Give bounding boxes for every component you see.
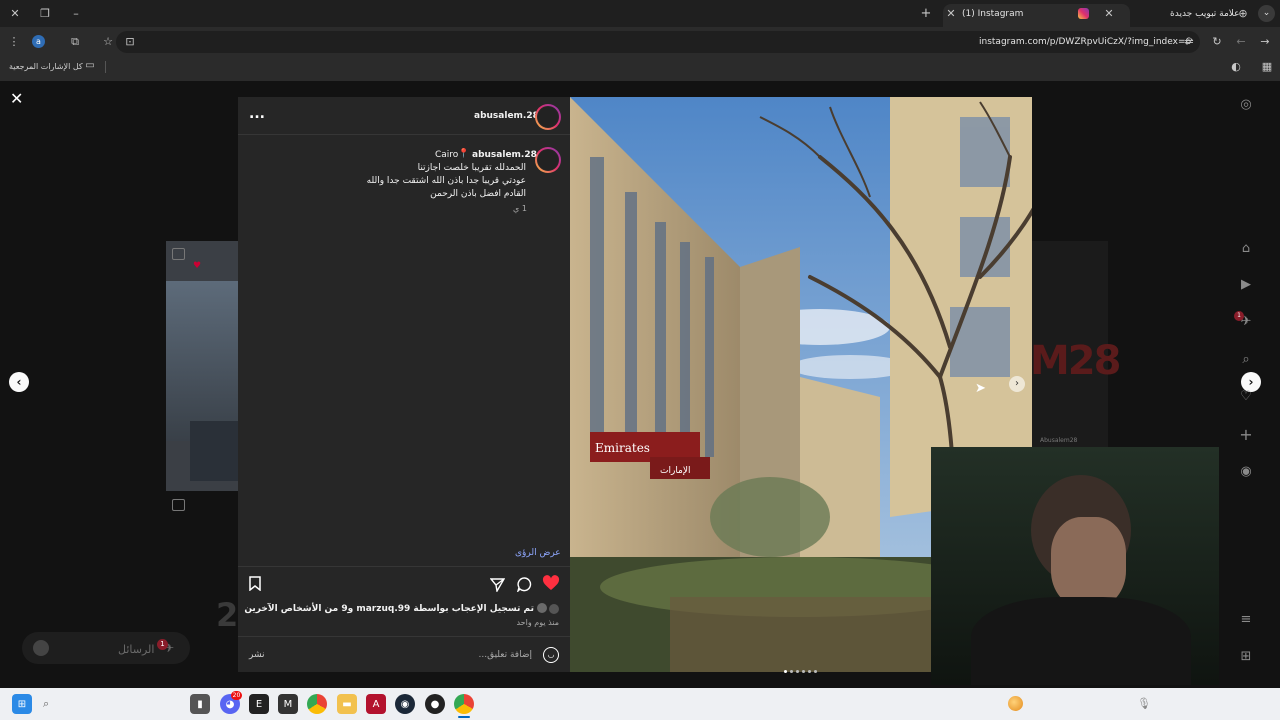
folder-icon[interactable]: ▬ — [337, 694, 357, 714]
steam-icon[interactable]: ◉ — [395, 694, 415, 714]
post-avatar[interactable] — [535, 104, 561, 130]
bookmark-star-icon[interactable]: ☆ — [102, 36, 114, 47]
header-divider — [238, 134, 570, 135]
liked-by-avatars — [548, 603, 560, 615]
post-comment-button[interactable]: نشر — [249, 650, 265, 660]
microphone-icon[interactable]: 🎙 — [1137, 697, 1151, 710]
share-icon[interactable] — [489, 577, 506, 596]
obs-icon[interactable]: M — [278, 694, 298, 714]
home-icon[interactable]: ⌂ — [1238, 240, 1254, 256]
comment-input[interactable]: إضافة تعليق... — [478, 650, 532, 660]
caption-username[interactable]: abusalem.28 — [472, 150, 537, 160]
instagram-favicon — [1078, 8, 1089, 19]
likes-text[interactable]: تم تسجيل الإعجاب بواسطة marzuq.99 و9 من … — [244, 604, 534, 614]
photo-next-button[interactable]: › — [1009, 376, 1025, 392]
tab-close-icon[interactable]: ✕ — [1103, 8, 1115, 19]
mouse-cursor: ➤ — [975, 381, 986, 396]
bg-logo-text: M28 — [1030, 338, 1121, 384]
close-window-icon[interactable]: ✕ — [9, 8, 21, 19]
forward-icon[interactable]: → — [1259, 36, 1271, 47]
minimize-window-icon[interactable]: – — [70, 8, 82, 19]
profile-avatar[interactable]: a — [32, 35, 45, 48]
bg-number: 2 — [216, 596, 239, 634]
epic-games-icon[interactable]: E — [249, 694, 269, 714]
like-heart-icon[interactable] — [542, 575, 560, 595]
extensions-icon[interactable]: ⧉ — [69, 36, 81, 47]
restore-window-icon[interactable]: ❐ — [39, 8, 51, 19]
carousel-dots — [784, 658, 820, 677]
all-bookmarks-label[interactable]: كل الإشارات المرجعية — [9, 62, 83, 71]
menu-icon[interactable]: ⋮ — [8, 36, 20, 47]
view-insights-link[interactable]: عرض الرؤى — [515, 548, 561, 558]
video-icon — [172, 248, 185, 260]
location-pin-icon: 📍 — [458, 149, 470, 159]
chrome-icon[interactable] — [307, 694, 327, 714]
comment-divider — [238, 636, 570, 637]
caption-location[interactable]: Cairo — [435, 150, 458, 160]
post-more-options-icon[interactable]: ... — [249, 106, 265, 122]
tray-app-icon[interactable] — [1008, 696, 1023, 711]
heart-icon: ♥ — [193, 261, 202, 271]
also-from-meta-icon[interactable]: ⊞ — [1238, 648, 1254, 664]
emirates-arabic-sign: الإمارات — [660, 466, 691, 476]
close-modal-icon[interactable]: ✕ — [10, 89, 23, 108]
video-icon — [172, 499, 185, 511]
emirates-sign: Emirates — [595, 441, 650, 455]
globe-icon: ⊕ — [1238, 7, 1248, 20]
notifications-icon[interactable]: ♡ — [1238, 388, 1254, 404]
chrome-account-icon[interactable]: ◐ — [1230, 61, 1242, 72]
caption-line-1: الحمدلله تقريبا خلصت اجازتنا — [417, 163, 526, 173]
save-icon[interactable] — [249, 576, 261, 595]
tab-instagram-title: (1) Instagram — [962, 9, 1024, 19]
profile-icon[interactable]: ◉ — [1238, 463, 1254, 479]
apps-grid-icon[interactable]: ▦ — [1261, 61, 1273, 72]
chrome-active-icon[interactable] — [454, 694, 474, 714]
back-icon[interactable]: ← — [1235, 36, 1247, 47]
post-username[interactable]: abusalem.28 — [474, 111, 539, 121]
prev-post-button[interactable]: ‹ — [9, 372, 29, 392]
site-info-icon[interactable]: ⇌ — [1183, 36, 1195, 47]
actions-divider — [238, 566, 570, 567]
active-app-indicator — [458, 716, 470, 718]
discord-badge: 20 — [231, 691, 242, 700]
more-menu-icon[interactable]: ≡ — [1238, 611, 1254, 627]
instagram-logo-icon[interactable]: ◎ — [1238, 96, 1254, 112]
messages-label[interactable]: الرسائل — [118, 643, 154, 656]
bookmarks-bar — [0, 57, 1280, 81]
prev-post-preview[interactable] — [166, 241, 238, 491]
url-text[interactable]: instagram.com/p/DWZRpvUiCzX/?img_index=6 — [979, 37, 1191, 47]
tab-close-icon[interactable]: ✕ — [945, 8, 957, 19]
bg-caption: Abusalem28 — [1040, 437, 1078, 444]
caption-line-2: عودتي قريبا جدا باذن الله اشتقت جدا والل… — [366, 176, 526, 186]
tab-search-button[interactable]: ⌄ — [1258, 5, 1275, 22]
post-time-ago: منذ يوم واحد — [516, 618, 559, 627]
tab-new-title[interactable]: علامة تبويب جديدة — [1170, 9, 1240, 19]
emoji-icon[interactable]: ◡ — [543, 647, 559, 663]
caption-line-3: القادم افضل باذن الرحمن — [430, 189, 526, 199]
create-icon[interactable]: + — [1238, 425, 1254, 444]
windows-icon[interactable]: ⊞ — [12, 694, 32, 714]
caption-time: 1 ي — [513, 204, 527, 213]
notifications-badge: 1 — [1234, 311, 1244, 321]
install-app-icon[interactable]: ⊡ — [124, 36, 136, 47]
messages-avatar — [33, 640, 49, 656]
file-explorer-icon[interactable]: ▮ — [190, 694, 210, 714]
search-icon[interactable]: ⌕ — [43, 697, 49, 711]
app-icon[interactable]: A — [366, 694, 386, 714]
reels-icon[interactable]: ▶ — [1238, 276, 1254, 292]
app2-icon[interactable]: ● — [425, 694, 445, 714]
bookmark-divider — [105, 61, 106, 73]
folder-icon: ▭ — [85, 60, 95, 71]
search-icon[interactable]: ⌕ — [1238, 351, 1254, 367]
messages-badge: 1 — [157, 639, 168, 650]
webcam-overlay — [931, 447, 1219, 685]
new-tab-icon[interactable]: + — [920, 7, 932, 20]
comment-icon[interactable] — [516, 577, 532, 596]
caption-avatar[interactable] — [535, 147, 561, 173]
reload-icon[interactable]: ↻ — [1211, 36, 1223, 47]
liked-by-avatars — [537, 603, 547, 613]
